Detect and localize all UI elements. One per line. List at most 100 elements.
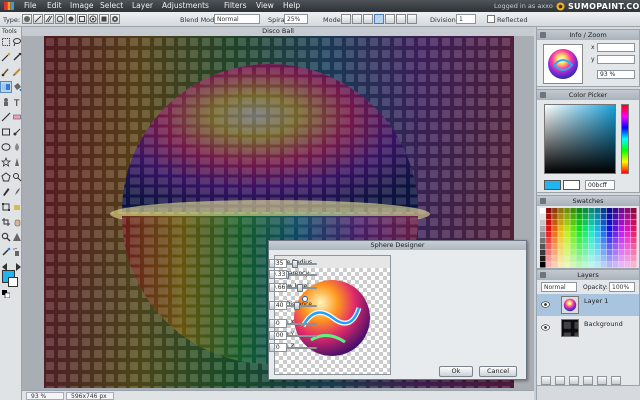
visibility-eye-icon[interactable] xyxy=(541,324,550,331)
spinner-icon[interactable] xyxy=(269,319,275,328)
swatch[interactable] xyxy=(624,214,631,220)
swatch[interactable] xyxy=(576,250,582,256)
swatch[interactable] xyxy=(600,256,607,262)
swatch[interactable] xyxy=(564,220,570,226)
background-color-swatch[interactable] xyxy=(8,277,18,287)
swatch[interactable] xyxy=(618,250,625,256)
swatch[interactable] xyxy=(612,232,619,238)
swatch[interactable] xyxy=(558,220,564,226)
swatch[interactable] xyxy=(546,244,552,250)
swatch[interactable] xyxy=(588,250,595,256)
swatch[interactable] xyxy=(606,232,613,238)
swatch[interactable] xyxy=(582,226,588,232)
swatch[interactable] xyxy=(600,214,607,220)
swatch[interactable] xyxy=(630,220,637,226)
picker-foreground-swatch[interactable] xyxy=(544,180,561,190)
swatch[interactable] xyxy=(618,262,625,268)
mode-wave-button[interactable] xyxy=(374,14,384,24)
gradient-tool[interactable] xyxy=(0,81,12,93)
swatch[interactable] xyxy=(612,244,619,250)
saturation-value-field[interactable] xyxy=(544,104,616,174)
blur-tool[interactable] xyxy=(12,142,22,152)
transform-tool[interactable] xyxy=(1,202,11,212)
polygon-tool[interactable] xyxy=(1,172,11,182)
link-icon[interactable] xyxy=(555,376,565,385)
swatch[interactable] xyxy=(630,226,637,232)
pen-tool[interactable] xyxy=(1,187,11,197)
swatch[interactable] xyxy=(606,262,613,268)
swatch[interactable] xyxy=(570,232,576,238)
swatch[interactable] xyxy=(564,262,570,268)
swatch[interactable] xyxy=(588,232,595,238)
swatch[interactable] xyxy=(618,226,625,232)
swatch[interactable] xyxy=(576,256,582,262)
swatch[interactable] xyxy=(558,262,564,268)
swatch[interactable] xyxy=(570,220,576,226)
swatch[interactable] xyxy=(540,232,546,238)
mode-2-button[interactable] xyxy=(352,14,362,24)
swatch[interactable] xyxy=(540,262,546,268)
swatch[interactable] xyxy=(546,238,552,244)
swatch[interactable] xyxy=(594,232,601,238)
hex-input[interactable]: 00bcff xyxy=(585,180,615,190)
swatch[interactable] xyxy=(540,238,546,244)
menu-edit[interactable]: Edit xyxy=(47,1,62,10)
swatch[interactable] xyxy=(540,250,546,256)
swatch[interactable] xyxy=(570,214,576,220)
clone-tool[interactable] xyxy=(1,97,11,107)
swatch[interactable] xyxy=(546,256,552,262)
swatch[interactable] xyxy=(582,256,588,262)
crop-tool[interactable] xyxy=(1,217,11,227)
login-status[interactable]: Logged in as axxo xyxy=(494,2,553,10)
navigator-thumbnail[interactable] xyxy=(543,44,583,84)
swatch[interactable] xyxy=(618,232,625,238)
slider-thumb[interactable] xyxy=(292,260,299,268)
swatch[interactable] xyxy=(576,226,582,232)
swatch[interactable] xyxy=(624,244,631,250)
swatch[interactable] xyxy=(588,238,595,244)
layer-blend-select[interactable]: Normal xyxy=(541,282,577,292)
swatch[interactable] xyxy=(564,256,570,262)
swatch-grid[interactable] xyxy=(540,208,637,268)
swatch[interactable] xyxy=(618,214,625,220)
swatch[interactable] xyxy=(576,262,582,268)
swatch[interactable] xyxy=(606,220,613,226)
swatch[interactable] xyxy=(558,244,564,250)
color-picker-tool[interactable] xyxy=(1,247,11,257)
swatch[interactable] xyxy=(618,208,625,214)
swatch[interactable] xyxy=(552,214,558,220)
zoom-field[interactable]: 93 % xyxy=(597,70,635,79)
swatch[interactable] xyxy=(612,214,619,220)
menu-help[interactable]: Help xyxy=(283,1,300,10)
swatch[interactable] xyxy=(600,220,607,226)
ok-button[interactable]: Ok xyxy=(439,366,473,377)
shape-tool[interactable] xyxy=(12,232,22,242)
swatch[interactable] xyxy=(600,250,607,256)
swatch[interactable] xyxy=(588,244,595,250)
visibility-eye-icon[interactable] xyxy=(541,301,550,308)
type-square-button[interactable] xyxy=(77,14,87,24)
layer-row[interactable]: Layer 1 xyxy=(537,294,639,316)
slider-thumb[interactable] xyxy=(294,302,301,310)
swatch[interactable] xyxy=(594,208,601,214)
zoom-status[interactable]: 93 % xyxy=(26,392,64,400)
swatch[interactable] xyxy=(546,262,552,268)
swatch[interactable] xyxy=(546,226,552,232)
swatch[interactable] xyxy=(564,250,570,256)
swatch[interactable] xyxy=(624,226,631,232)
rectangle-tool[interactable] xyxy=(1,127,11,137)
swatch[interactable] xyxy=(552,226,558,232)
layers-header[interactable]: Layers xyxy=(537,270,639,280)
swatch[interactable] xyxy=(552,256,558,262)
swatch[interactable] xyxy=(552,244,558,250)
swatch[interactable] xyxy=(546,208,552,214)
swatch[interactable] xyxy=(594,238,601,244)
swatch[interactable] xyxy=(618,244,625,250)
brush-tool[interactable] xyxy=(1,67,11,77)
blend-mode-select[interactable]: Normal xyxy=(214,14,260,24)
smudge-tool[interactable] xyxy=(12,127,22,137)
swatch[interactable] xyxy=(564,238,570,244)
swatch[interactable] xyxy=(582,214,588,220)
opacity-input[interactable]: 100% xyxy=(609,282,635,292)
sharpen-tool[interactable] xyxy=(12,157,22,167)
